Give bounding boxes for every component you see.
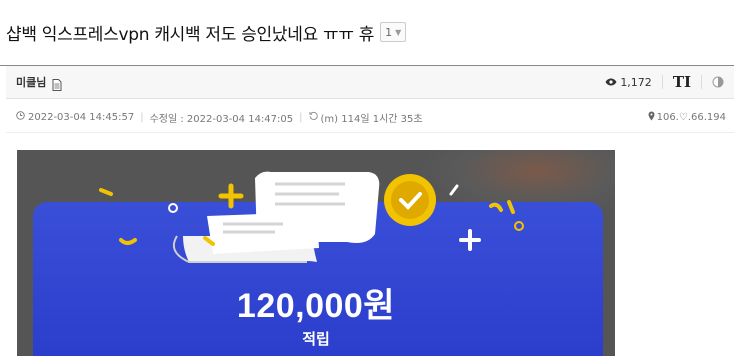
reward-amount: 120,000원 [236,287,396,325]
separator [661,75,663,89]
post-title: 샵백 익스프레스vpn 캐시백 저도 승인났네요 ㅠㅠ 휴 [6,24,375,45]
author-name[interactable]: 미클님 [16,74,46,90]
font-size-button[interactable]: TI [673,73,691,91]
separator [701,75,702,89]
document-icon[interactable] [52,76,62,91]
view-count-value: 1,172 [620,75,652,89]
comment-count: 1 [385,25,393,39]
created-date: 2022-03-04 14:45:57 [16,111,134,123]
eye-icon [605,76,617,89]
created-date-text: 2022-03-04 14:45:57 [28,111,135,123]
elapsed-time-text: (m) 114일 1시간 35초 [320,113,423,125]
reward-label: 적립 [302,330,330,348]
clock-icon [16,111,25,123]
post-info-row: 2022-03-04 14:45:57 | 수정일 : 2022-03-04 1… [6,102,734,133]
comment-count-select[interactable]: 1 ▼ [380,22,407,42]
history-icon [308,111,318,123]
view-count: 1,172 [605,76,652,89]
post-image: 120,000원 적립 [17,150,615,356]
title-row: 샵백 익스프레스vpn 캐시백 저도 승인났네요 ㅠㅠ 휴 1 ▼ [6,18,407,46]
chevron-down-icon: ▼ [395,27,402,37]
contrast-icon[interactable] [712,76,724,88]
location-pin-icon [648,111,655,124]
elapsed-time: (m) 114일 1시간 35초 [308,110,423,125]
ip-address-text: 106.♡.66.194 [656,111,726,123]
ip-address: 106.♡.66.194 [648,111,726,124]
modified-date: 수정일 : 2022-03-04 14:47:05 [149,113,294,125]
post-meta-bar: 미클님 1,172 TI [6,66,734,99]
